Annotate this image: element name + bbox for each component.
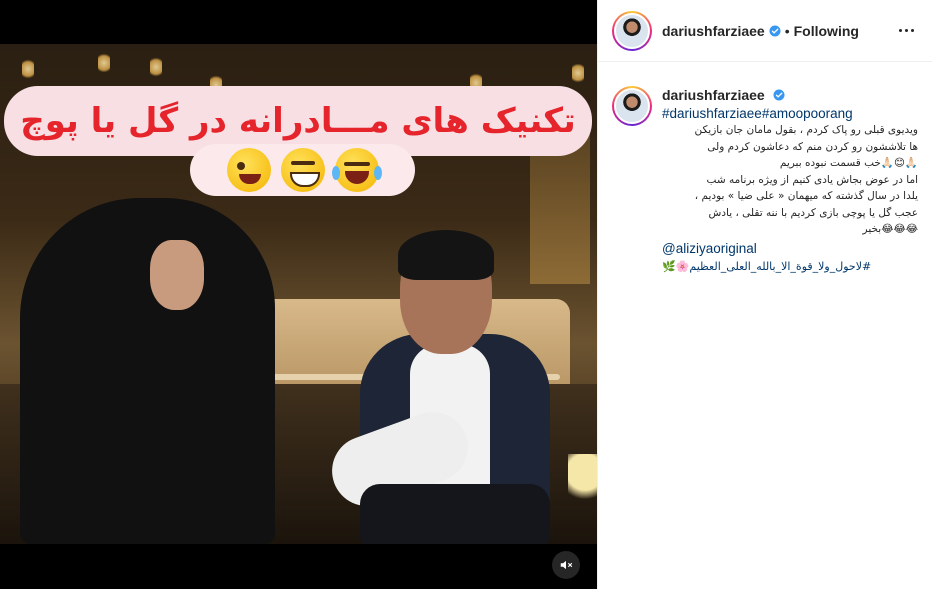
mute-button[interactable] <box>552 551 580 579</box>
background-light <box>22 58 34 80</box>
post-caption: dariushfarziaee #dariushfarziaee#amoopoo… <box>598 62 932 275</box>
caption-line: ها تلاششون رو کردن منم که دعاشون کردم ول… <box>707 140 918 153</box>
caption-content: dariushfarziaee #dariushfarziaee#amoopoo… <box>662 86 918 275</box>
video-overlay-title-text: تکنیک های مـــادرانه در گل یا پوچ <box>20 101 576 141</box>
caption-author-username[interactable]: dariushfarziaee <box>662 87 765 103</box>
woman-figure <box>20 198 275 544</box>
avatar[interactable] <box>612 10 652 51</box>
tears-of-joy-emoji-icon <box>331 148 382 192</box>
media-viewer[interactable]: تکنیک های مـــادرانه در گل یا پوچ <box>0 0 597 589</box>
more-options-button[interactable] <box>894 19 918 43</box>
man-hair <box>398 230 494 280</box>
background-light <box>150 56 162 78</box>
man-leg <box>360 484 550 544</box>
post-author-username[interactable]: dariushfarziaee <box>662 23 765 39</box>
caption-text: ویدیوی قبلی رو پاک کردم ، بقول مامان جان… <box>662 122 919 238</box>
speaker-muted-icon <box>560 560 573 570</box>
background-panel <box>530 134 590 284</box>
caption-line: عجب گل یا پوچی بازی کردیم با ننه تقلی ، … <box>708 206 919 219</box>
caption-line: یلدا در سال گذشته که میهمان « علی ضیا » … <box>694 190 918 202</box>
video-overlay-emojis <box>190 144 415 196</box>
tear-icon <box>331 166 340 180</box>
caption-hashtags[interactable]: #dariushfarziaee#amoopoorang <box>662 105 918 122</box>
mention-link[interactable]: @aliziyaoriginal <box>662 240 918 258</box>
following-button[interactable]: Following <box>794 23 859 39</box>
grinning-squinting-emoji-icon <box>280 148 325 192</box>
more-options-icon <box>897 29 915 32</box>
avatar-image <box>614 88 650 124</box>
flowers <box>568 454 597 514</box>
caption-line: 🙏🏻😊🙏🏻خب قسمت نبوده ببریم <box>779 157 918 169</box>
caption-line: اما در عوض بجاش یادی کنیم از ویژه برنامه… <box>706 173 918 186</box>
avatar[interactable] <box>612 86 652 126</box>
stuck-out-tongue-winking-emoji-icon <box>226 148 271 192</box>
separator-dot: • <box>784 22 790 39</box>
post-panel: dariushfarziaee • Following dariushfarzi… <box>597 0 932 589</box>
background-light <box>98 52 110 74</box>
closing-hashtag-link[interactable]: #لاحول_ولا_قوة_الا_بالله_العلی_العظیم🌸🌿 <box>662 258 918 275</box>
post-header: dariushfarziaee • Following <box>598 0 932 62</box>
caption-line: 😂😂😂بخیر <box>862 223 918 235</box>
verified-badge-icon <box>769 25 781 36</box>
caption-line: ویدیوی قبلی رو پاک کردم ، بقول مامان جان… <box>694 124 919 136</box>
tear-icon <box>373 166 382 180</box>
background-light <box>572 62 584 84</box>
verified-badge-icon <box>773 89 785 101</box>
avatar-image <box>614 12 650 49</box>
woman-face <box>150 240 204 310</box>
